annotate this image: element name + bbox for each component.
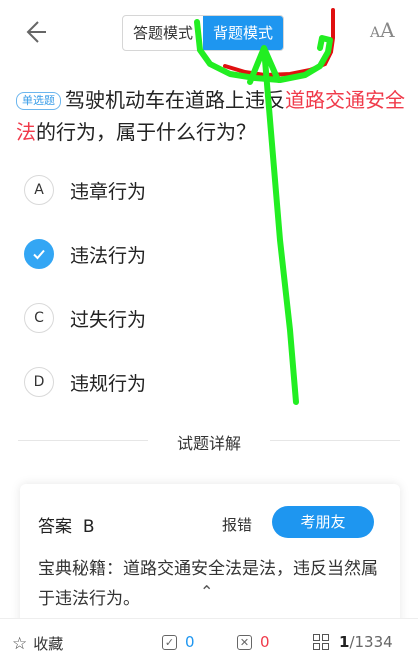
option-a-text: 违章行为 [70, 180, 147, 203]
option-c[interactable]: C 过失行为 [24, 301, 146, 335]
top-bar: 答题模式 背题模式 AA [0, 0, 418, 64]
option-b-text: 违法行为 [70, 244, 147, 267]
mode-toggle: 答题模式 背题模式 [122, 15, 285, 51]
question-type-badge: 单选题 [16, 92, 61, 110]
question-text: 单选题 驾驶机动车在道路上违反道路交通安全法的行为，属于什么行为？ [16, 84, 406, 148]
answer-value: B [82, 517, 95, 537]
answer-label: 答案 [38, 517, 72, 537]
green-annotation-arrow [194, 19, 333, 405]
explanation-card: 答案 B 报错 考朋友 宝典秘籍：道路交通安全法是法，违反当然属于违法行为。 ⌃ [20, 484, 400, 634]
star-icon: ☆ [12, 633, 28, 654]
wrong-count[interactable]: ✕ 0 [237, 633, 270, 651]
option-c-letter: C [24, 303, 54, 333]
option-c-text: 过失行为 [70, 308, 147, 331]
correct-count-value: 0 [185, 633, 195, 651]
option-d-letter: D [24, 367, 54, 397]
question-progress[interactable]: 1/1334 [313, 633, 393, 651]
option-a-letter: A [24, 175, 54, 205]
progress-current: 1 [339, 633, 350, 651]
answer-mode-tab[interactable]: 答题模式 [123, 16, 203, 50]
favorite-button[interactable]: ☆ 收藏 [12, 633, 63, 654]
quiz-friend-button[interactable]: 考朋友 [272, 506, 374, 538]
font-icon-large: A [380, 18, 395, 42]
option-a[interactable]: A 违章行为 [24, 173, 146, 207]
report-error-link[interactable]: 报错 [222, 514, 252, 535]
checkmark-icon [24, 239, 54, 269]
favorite-label: 收藏 [33, 635, 64, 653]
bottom-bar: ☆ 收藏 ✓ 0 ✕ 0 1/1334 [0, 618, 418, 669]
grid-icon [313, 634, 329, 650]
correct-count[interactable]: ✓ 0 [162, 633, 195, 651]
option-b[interactable]: 违法行为 [24, 237, 146, 271]
back-arrow-icon[interactable] [18, 16, 50, 48]
detail-title: 试题详解 [176, 434, 241, 453]
memorize-mode-tab[interactable]: 背题模式 [203, 16, 284, 50]
question-text-pre: 驾驶机动车在道路上违反 [65, 88, 285, 112]
answer-line: 答案 B [38, 512, 94, 537]
font-size-icon[interactable]: AA [370, 18, 395, 42]
option-d[interactable]: D 违规行为 [24, 365, 146, 399]
question-text-post: 的行为，属于什么行为？ [36, 120, 256, 144]
progress-total: /1334 [349, 633, 393, 651]
wrong-count-value: 0 [260, 633, 270, 651]
chevron-up-icon[interactable]: ⌃ [200, 582, 213, 601]
option-d-text: 违规行为 [70, 372, 147, 395]
cross-box-icon: ✕ [237, 634, 252, 650]
divider-right [270, 440, 400, 441]
check-box-icon: ✓ [162, 634, 177, 650]
font-icon-small: A [370, 25, 381, 41]
